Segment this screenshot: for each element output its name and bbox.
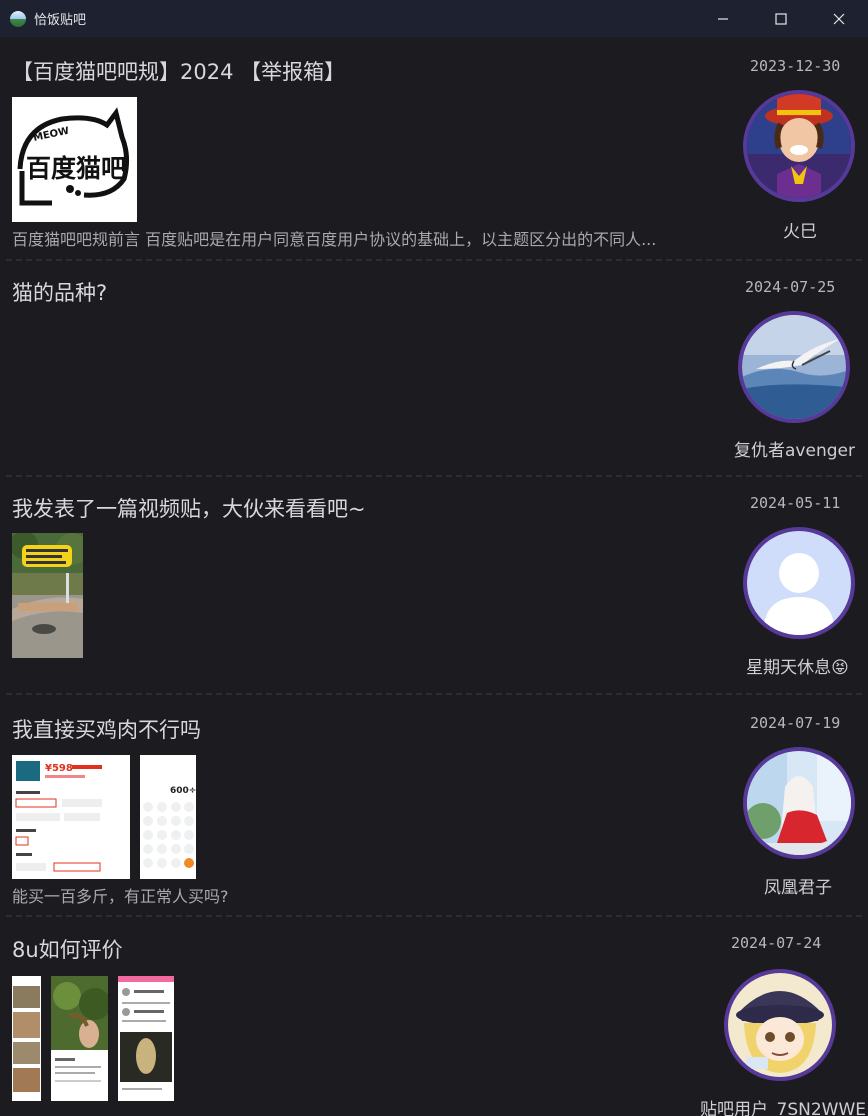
- post-username[interactable]: 凤凰君子: [738, 873, 858, 898]
- post-image[interactable]: [51, 976, 108, 1101]
- post-title[interactable]: 我直接买鸡肉不行吗: [12, 714, 201, 744]
- avatar[interactable]: [743, 747, 855, 859]
- post-title[interactable]: 猫的品种?: [12, 277, 107, 307]
- avatar[interactable]: [738, 311, 850, 423]
- post-item[interactable]: 【百度猫吧吧规】2024 【举报箱】 2023-12-30 MEOW 百度猫吧 …: [0, 37, 868, 259]
- title-bar: 恰饭贴吧: [0, 0, 868, 37]
- minimize-icon: [718, 17, 728, 20]
- post-username[interactable]: 星期天休息😝: [735, 653, 860, 678]
- post-excerpt: 能买一百多斤，有正常人买吗?: [12, 887, 229, 906]
- post-list[interactable]: 【百度猫吧吧规】2024 【举报箱】 2023-12-30 MEOW 百度猫吧 …: [0, 37, 868, 1116]
- close-button[interactable]: [810, 0, 868, 37]
- post-date: 2024-07-25: [745, 278, 836, 296]
- post-date: 2024-07-24: [731, 934, 822, 952]
- avatar[interactable]: [743, 527, 855, 639]
- minimize-button[interactable]: [694, 0, 752, 37]
- price-text: ¥598: [45, 763, 73, 774]
- logo-text-main: 百度猫吧: [26, 154, 126, 183]
- post-image[interactable]: MEOW 百度猫吧: [12, 97, 137, 222]
- post-username[interactable]: 贴吧用户_7SN2WWE: [700, 1095, 866, 1116]
- post-image[interactable]: [12, 976, 41, 1101]
- post-image[interactable]: ¥598: [12, 755, 130, 879]
- maximize-button[interactable]: [752, 0, 810, 37]
- close-icon: [833, 13, 845, 24]
- post-item[interactable]: 我直接买鸡肉不行吗 2024-07-19 ¥598 600÷ 能买一百多斤，有正…: [0, 695, 868, 915]
- maximize-icon: [775, 12, 787, 25]
- app-icon: [10, 10, 26, 27]
- post-date: 2024-05-11: [750, 494, 841, 512]
- post-item[interactable]: 8u如何评价 2024-07-24 贴吧用户_7SN2WWE: [0, 917, 868, 1116]
- post-image[interactable]: [118, 976, 174, 1101]
- calc-text: 600÷6: [170, 786, 196, 796]
- post-title[interactable]: 我发表了一篇视频贴，大伙来看看吧~: [12, 493, 366, 523]
- post-date: 2023-12-30: [750, 57, 841, 75]
- post-username[interactable]: 复仇者avenger: [732, 436, 857, 461]
- post-item[interactable]: 我发表了一篇视频贴，大伙来看看吧~ 2024-05-11 星期天休息😝: [0, 477, 868, 693]
- window-controls: [694, 0, 868, 37]
- post-date: 2024-07-19: [750, 714, 841, 732]
- avatar[interactable]: [743, 90, 855, 202]
- window-title: 恰饭贴吧: [34, 13, 87, 28]
- post-image[interactable]: 600÷6: [140, 755, 196, 879]
- post-image[interactable]: [12, 533, 83, 658]
- post-excerpt: 百度猫吧吧规前言 百度贴吧是在用户同意百度用户协议的基础上，以主题区分出的不同人…: [12, 230, 657, 249]
- post-title[interactable]: 【百度猫吧吧规】2024 【举报箱】: [12, 56, 345, 86]
- avatar[interactable]: [724, 969, 836, 1081]
- post-item[interactable]: 猫的品种? 2024-07-25 复仇者avenger: [0, 261, 868, 475]
- post-username[interactable]: 火巳: [740, 217, 860, 242]
- post-title[interactable]: 8u如何评价: [12, 934, 123, 964]
